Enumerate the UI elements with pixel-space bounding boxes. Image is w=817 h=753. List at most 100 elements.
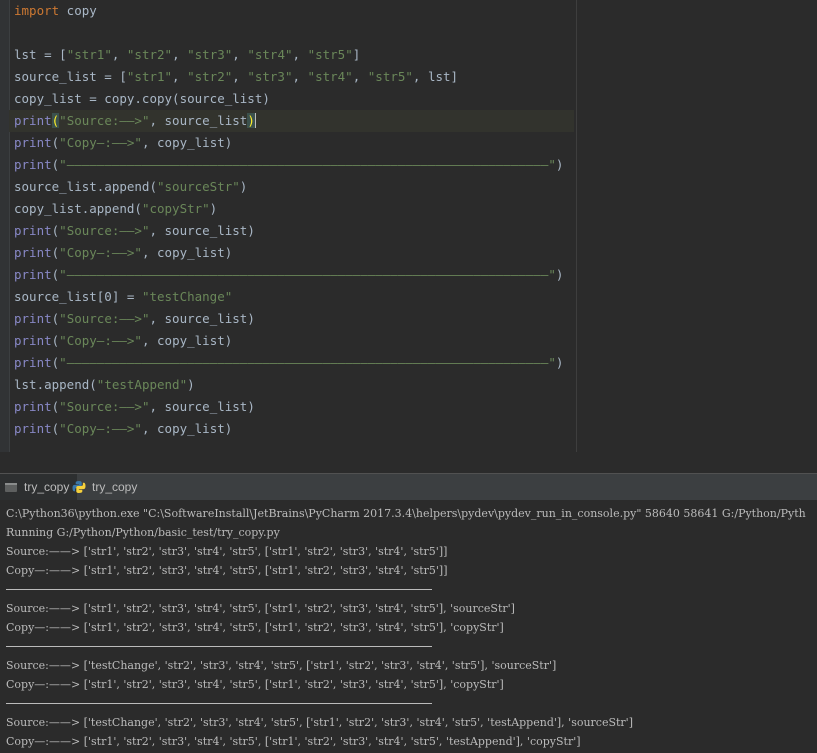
builtin-token: print [14, 157, 52, 172]
string-token: "———————————————————————————————————————… [59, 267, 556, 282]
code-token: ) [555, 267, 564, 282]
separator-rule [6, 589, 432, 590]
console-line: Copy—:——> ['str1', 'str2', 'str3', 'str4… [6, 564, 448, 577]
code-line[interactable]: lst = ["str1", "str2", "str3", "str4", "… [14, 44, 574, 66]
code-token: , [292, 47, 308, 62]
code-line[interactable]: print("Copy—:——>", copy_list) [14, 418, 574, 440]
string-token: "copyStr" [141, 201, 210, 216]
python-icon [72, 480, 86, 494]
code-token: , [352, 69, 368, 84]
code-token: , copy_list) [141, 421, 233, 436]
console-line: Source:——> ['str1', 'str2', 'str3', 'str… [6, 545, 448, 558]
builtin-token: print [14, 355, 52, 370]
console-line: Copy—:——> ['str1', 'str2', 'str3', 'str4… [6, 735, 581, 748]
code-line[interactable]: print("Source:——>", source_list) [9, 110, 574, 132]
code-token: copy_list.append( [14, 201, 142, 216]
run-tab-bar: try_copy try_copy [0, 474, 817, 501]
text-caret [254, 113, 256, 128]
string-token: "Copy—:——>" [59, 135, 142, 150]
console-line: Copy—:——> ['str1', 'str2', 'str3', 'str4… [6, 621, 504, 634]
tab-run-try-copy[interactable]: try_copy [0, 474, 78, 500]
string-token: "str2" [187, 69, 233, 84]
code-token: copy_list = copy.copy(source_list) [14, 91, 270, 106]
builtin-token: print [14, 135, 52, 150]
builtin-token: print [14, 399, 52, 414]
code-line[interactable]: print("Copy—:——>", copy_list) [14, 330, 574, 352]
console-line: Source:——> ['testChange', 'str2', 'str3'… [6, 659, 557, 672]
string-token: "Source:——>" [59, 399, 150, 414]
keyword-token: import [14, 3, 60, 18]
builtin-token: print [14, 311, 52, 326]
string-token: "testAppend" [96, 377, 188, 392]
code-token: , source_list) [149, 311, 255, 326]
code-token: , [172, 47, 188, 62]
code-token: ) [555, 157, 564, 172]
code-line[interactable]: print("Copy—:——>", copy_list) [14, 242, 574, 264]
right-margin-guide [576, 0, 577, 452]
console-line: Copy—:——> ['str1', 'str2', 'str3', 'str4… [6, 678, 504, 691]
code-line[interactable]: source_list = ["str1", "str2", "str3", "… [14, 66, 574, 88]
code-line[interactable]: source_list.append("sourceStr") [14, 176, 574, 198]
string-token: "———————————————————————————————————————… [59, 157, 556, 172]
code-token: , [232, 47, 248, 62]
builtin-token: print [14, 245, 52, 260]
code-token: , source_list) [149, 223, 255, 238]
code-line[interactable] [14, 22, 574, 44]
code-line[interactable]: print("—————————————————————————————————… [14, 264, 574, 286]
string-token: "Source:——>" [59, 113, 150, 128]
string-token: "str5" [307, 47, 353, 62]
code-line[interactable]: print("Copy—:——>", copy_list) [14, 132, 574, 154]
string-token: "———————————————————————————————————————… [59, 355, 556, 370]
code-token: source_list = [ [14, 69, 127, 84]
code-token: source_list.append( [14, 179, 157, 194]
code-token: , lst] [412, 69, 459, 84]
code-token: lst.append( [14, 377, 97, 392]
code-token: , copy_list) [141, 245, 233, 260]
code-token: source_list[0] = [14, 289, 142, 304]
editor-gutter[interactable] [0, 0, 10, 473]
code-line[interactable]: source_list[0] = "testChange" [14, 286, 574, 308]
code-line[interactable]: print("—————————————————————————————————… [14, 352, 574, 374]
string-token: "sourceStr" [157, 179, 240, 194]
string-token: "str4" [307, 69, 353, 84]
code-token: ) [209, 201, 218, 216]
builtin-token: print [14, 223, 52, 238]
editor-empty-area[interactable] [0, 452, 817, 473]
console-output[interactable]: C:\Python36\python.exe "C:\SoftwareInsta… [6, 504, 806, 751]
string-token: "Copy—:——>" [59, 333, 142, 348]
code-line[interactable]: lst.append("testAppend") [14, 374, 574, 396]
string-token: "str3" [247, 69, 293, 84]
code-token: ) [239, 179, 248, 194]
code-token: , copy_list) [141, 135, 233, 150]
console-line: C:\Python36\python.exe "C:\SoftwareInsta… [6, 507, 806, 520]
string-token: "str4" [247, 47, 293, 62]
console-line: Source:——> ['str1', 'str2', 'str3', 'str… [6, 602, 515, 615]
code-token: ] [352, 47, 361, 62]
code-line[interactable]: import copy [14, 0, 574, 22]
console-separator-line [6, 580, 806, 599]
code-line[interactable]: print("Source:——>", source_list) [14, 220, 574, 242]
tab-console-try-copy[interactable]: try_copy [68, 474, 143, 500]
string-token: "str1" [126, 69, 173, 84]
string-token: "Source:——>" [59, 223, 150, 238]
string-token: "Copy—:——>" [59, 421, 142, 436]
console-separator-line [6, 637, 806, 656]
code-area[interactable]: import copy lst = ["str1", "str2", "str3"… [9, 0, 574, 440]
code-token: ) [555, 355, 564, 370]
code-editor[interactable]: import copy lst = ["str1", "str2", "str3"… [0, 0, 817, 473]
run-icon [4, 480, 18, 494]
code-line[interactable]: copy_list = copy.copy(source_list) [14, 88, 574, 110]
console-line: Source:——> ['testChange', 'str2', 'str3'… [6, 716, 633, 729]
matched-paren-token: ) [247, 113, 255, 128]
code-line[interactable]: print("Source:——>", source_list) [14, 396, 574, 418]
builtin-token: print [14, 267, 52, 282]
string-token: "Copy—:——>" [59, 245, 142, 260]
code-line[interactable]: print("Source:——>", source_list) [14, 308, 574, 330]
builtin-token: print [14, 113, 52, 128]
code-line[interactable]: print("—————————————————————————————————… [14, 154, 574, 176]
code-token: , source_list [149, 113, 248, 128]
code-token: , [172, 69, 188, 84]
tab-label: try_copy [92, 480, 138, 494]
string-token: "str1" [66, 47, 112, 62]
code-line[interactable]: copy_list.append("copyStr") [14, 198, 574, 220]
